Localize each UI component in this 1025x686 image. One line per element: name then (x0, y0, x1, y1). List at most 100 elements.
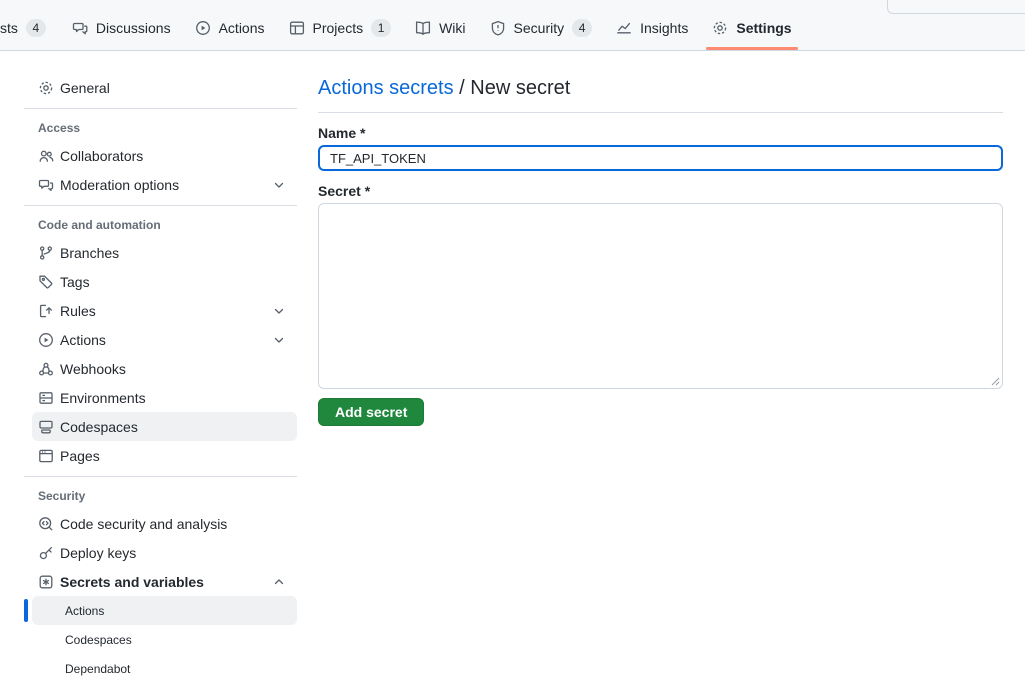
security-count-badge: 4 (572, 19, 592, 37)
shield-icon (490, 20, 506, 36)
sidebar-item-label: General (60, 80, 297, 96)
tab-label: Actions (219, 20, 265, 36)
sidebar-item-label: Moderation options (60, 177, 265, 193)
breadcrumb-separator: / (459, 77, 465, 99)
sidebar-item-label: Branches (60, 245, 297, 261)
sidebar-item-label: Environments (60, 390, 297, 406)
page-title: New secret (470, 77, 570, 99)
actions-secrets-link[interactable]: Actions secrets (318, 77, 454, 99)
sidebar-item-tags[interactable]: Tags (32, 267, 297, 296)
tab-wiki[interactable]: Wiki (403, 6, 477, 50)
divider (318, 112, 1003, 113)
tab-pull-requests-partial[interactable]: sts 4 (0, 6, 60, 50)
play-icon (195, 20, 211, 36)
chevron-up-icon (271, 574, 287, 590)
graph-icon (616, 20, 632, 36)
tab-discussions[interactable]: Discussions (60, 6, 183, 50)
webhook-icon (38, 361, 54, 377)
sidebar-item-moderation-options[interactable]: Moderation options (32, 170, 297, 199)
tab-settings[interactable]: Settings (700, 6, 803, 50)
pull-requests-count-badge: 4 (26, 19, 46, 37)
tab-label: Wiki (439, 20, 465, 36)
secret-value-container (318, 203, 1003, 389)
tab-label: Settings (736, 20, 791, 36)
repo-tabbar: sts 4 Discussions Actions Projects (0, 6, 804, 50)
sidebar-item-secrets-and-variables[interactable]: Secrets and variables (32, 567, 297, 596)
gear-icon (712, 20, 728, 36)
sidebar-item-code-security-and-analysis[interactable]: Code security and analysis (32, 509, 297, 538)
table-icon (289, 20, 305, 36)
people-icon (38, 148, 54, 164)
add-secret-button[interactable]: Add secret (318, 398, 424, 426)
breadcrumb: Actions secrets / New secret (318, 77, 1003, 100)
sidebar-item-rules[interactable]: Rules (32, 296, 297, 325)
git-branch-icon (38, 245, 54, 261)
sidebar-item-deploy-keys[interactable]: Deploy keys (32, 538, 297, 567)
tab-label: sts (0, 20, 18, 36)
sidebar-section-access: Access (24, 115, 297, 141)
sidebar-item-label: Deploy keys (60, 545, 297, 561)
sidebar-item-webhooks[interactable]: Webhooks (32, 354, 297, 383)
divider (24, 205, 297, 206)
codescan-icon (38, 516, 54, 532)
chevron-down-icon (271, 177, 287, 193)
sidebar-subitem-dependabot[interactable]: Dependabot (32, 654, 297, 683)
sidebar-item-pages[interactable]: Pages (32, 441, 297, 470)
divider (24, 108, 297, 109)
sidebar-item-codespaces[interactable]: Codespaces (32, 412, 297, 441)
sidebar-item-actions[interactable]: Actions (32, 325, 297, 354)
tag-icon (38, 274, 54, 290)
comment-discussion-icon (38, 177, 54, 193)
sidebar-subitem-codespaces[interactable]: Codespaces (32, 625, 297, 654)
sidebar-item-environments[interactable]: Environments (32, 383, 297, 412)
search-input-partial[interactable] (887, 0, 1025, 14)
sidebar-item-label: Code security and analysis (60, 516, 297, 532)
secret-field-label: Secret * (318, 183, 1003, 199)
codespaces-icon (38, 419, 54, 435)
tab-label: Projects (313, 20, 364, 36)
server-icon (38, 390, 54, 406)
tab-security[interactable]: Security 4 (478, 6, 605, 50)
name-field-label: Name * (318, 125, 1003, 141)
sidebar-item-label: Codespaces (60, 419, 297, 435)
tab-actions[interactable]: Actions (183, 6, 277, 50)
sidebar-item-label: Dependabot (65, 662, 297, 676)
sidebar-item-collaborators[interactable]: Collaborators (32, 141, 297, 170)
sidebar-item-label: Codespaces (65, 633, 297, 647)
sidebar-item-label: Tags (60, 274, 297, 290)
tab-label: Security (514, 20, 565, 36)
sidebar-item-label: Collaborators (60, 148, 297, 164)
sidebar-item-label: Actions (65, 604, 297, 618)
sidebar-item-label: Actions (60, 332, 265, 348)
tab-label: Discussions (96, 20, 171, 36)
tab-insights[interactable]: Insights (604, 6, 700, 50)
divider (24, 476, 297, 477)
rules-icon (38, 303, 54, 319)
repo-header: sts 4 Discussions Actions Projects (0, 0, 1025, 51)
chevron-down-icon (271, 303, 287, 319)
repo-settings-page: sts 4 Discussions Actions Projects (0, 0, 1025, 686)
secret-value-textarea[interactable] (318, 203, 1003, 389)
sidebar-item-label: Pages (60, 448, 297, 464)
sidebar-item-branches[interactable]: Branches (32, 238, 297, 267)
sidebar-subitem-actions[interactable]: Actions (32, 596, 297, 625)
tab-projects[interactable]: Projects 1 (277, 6, 404, 50)
chevron-down-icon (271, 332, 287, 348)
key-asterisk-icon (38, 574, 54, 590)
main-content: Actions secrets / New secret Name * Secr… (318, 51, 1003, 426)
secret-name-input[interactable] (318, 145, 1003, 171)
sidebar-item-label: Rules (60, 303, 265, 319)
sidebar-item-label: Secrets and variables (60, 574, 265, 590)
book-icon (415, 20, 431, 36)
sidebar-item-label: Webhooks (60, 361, 297, 377)
browser-icon (38, 448, 54, 464)
sidebar-item-general[interactable]: General (32, 73, 297, 102)
projects-count-badge: 1 (371, 19, 391, 37)
settings-sidebar: General Access Collaborators Moderation … (24, 73, 297, 683)
tab-label: Insights (640, 20, 688, 36)
gear-icon (38, 80, 54, 96)
sidebar-section-security: Security (24, 483, 297, 509)
sidebar-section-code-and-automation: Code and automation (24, 212, 297, 238)
comment-discussion-icon (72, 20, 88, 36)
play-icon (38, 332, 54, 348)
